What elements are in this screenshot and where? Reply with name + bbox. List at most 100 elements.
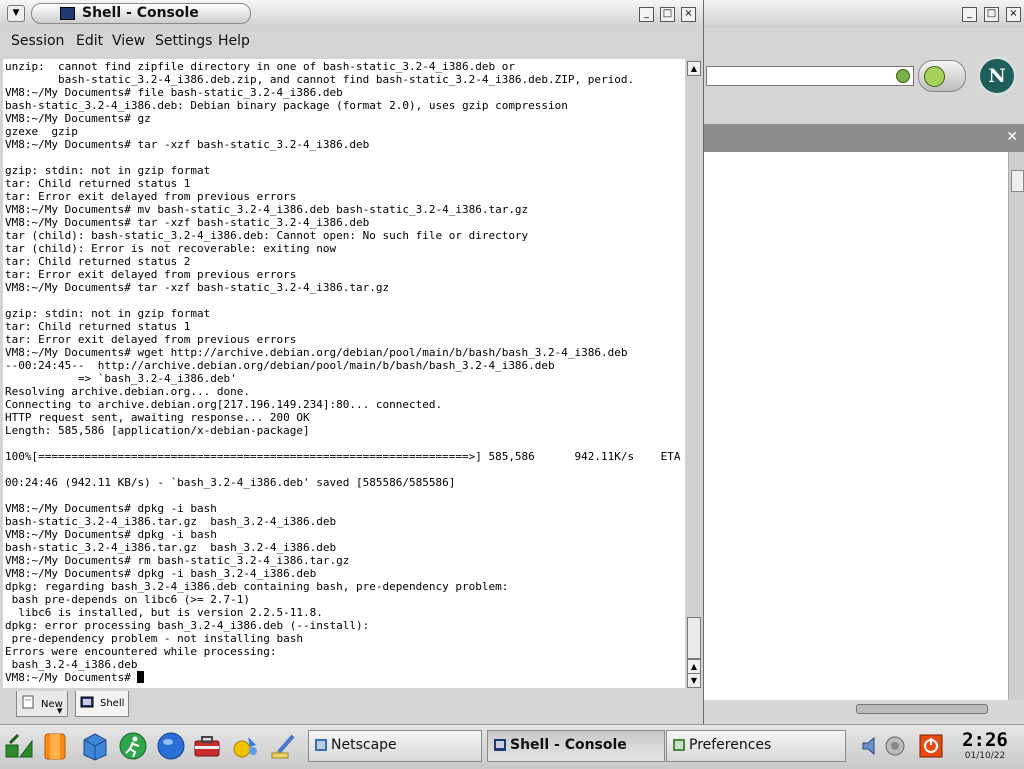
clock[interactable]: 2:26 01/10/22 bbox=[958, 729, 1012, 765]
close-icon[interactable]: ✕ bbox=[1006, 129, 1018, 145]
shell-icon bbox=[80, 696, 94, 708]
terminal-line: VM8:~/My Documents# mv bash-static_3.2-4… bbox=[5, 203, 529, 216]
terminal-line: tar: Child returned status 1 bbox=[5, 177, 191, 190]
terminal-line: HTTP request sent, awaiting response... … bbox=[5, 411, 310, 424]
scroll-thumb[interactable] bbox=[687, 617, 701, 659]
terminal-cursor bbox=[137, 671, 145, 683]
minimize-icon[interactable]: _ bbox=[639, 7, 654, 22]
tab-shell[interactable]: Shell bbox=[75, 691, 129, 717]
taskbar: Netscape Shell - Console Preferences 2:2… bbox=[0, 724, 1024, 769]
terminal-line: Errors were encountered while processing… bbox=[5, 645, 277, 658]
network-icon[interactable] bbox=[884, 735, 906, 757]
task-preferences[interactable]: Preferences bbox=[666, 730, 846, 762]
paintbrush-icon[interactable] bbox=[268, 731, 298, 761]
maximize-icon[interactable]: □ bbox=[660, 7, 675, 22]
window-menu-icon[interactable]: ▼ bbox=[7, 5, 25, 22]
terminal-line: tar (child): Error is not recoverable: e… bbox=[5, 242, 337, 255]
close-icon[interactable]: × bbox=[1006, 7, 1021, 22]
menubar: Session Edit View Settings Help bbox=[0, 28, 703, 56]
terminal-scrollbar[interactable]: ▲ ▲ ▼ bbox=[686, 59, 701, 688]
netscape-window: _ □ × N ✕ bbox=[700, 0, 1024, 724]
menu-settings[interactable]: Settings bbox=[155, 33, 212, 49]
terminal-line: VM8:~/My Documents# rm bash-static_3.2-4… bbox=[5, 554, 350, 567]
speaker-icon[interactable] bbox=[860, 735, 882, 757]
terminal-line: bash-static_3.2-4_i386.tar.gz bash_3.2-4… bbox=[5, 515, 337, 528]
console-titlebar[interactable]: ▼ Shell - Console _ □ × bbox=[0, 0, 703, 26]
tab-shell-label: Shell bbox=[100, 698, 125, 709]
terminal-line: VM8:~/My Documents# dpkg -i bash bbox=[5, 502, 217, 515]
sidebar-panel-header: ✕ bbox=[700, 124, 1024, 152]
terminal-line: VM8:~/My Documents# dpkg -i bash bbox=[5, 528, 217, 541]
runner-icon[interactable] bbox=[118, 731, 148, 761]
menu-session[interactable]: Session bbox=[11, 33, 64, 49]
vertical-scrollbar[interactable] bbox=[1008, 152, 1024, 700]
terminal-line: tar (child): bash-static_3.2-4_i386.deb:… bbox=[5, 229, 529, 242]
terminal-line: VM8:~/My Documents# tar -xzf bash-static… bbox=[5, 138, 370, 151]
toolbox-icon[interactable] bbox=[192, 731, 222, 761]
clock-time: 2:26 bbox=[962, 729, 1008, 751]
terminal-line: 00:24:46 (942.11 KB/s) - `bash_3.2-4_i38… bbox=[5, 476, 456, 489]
window-title: Shell - Console bbox=[31, 3, 251, 24]
terminal-line: bash_3.2-4_i386.deb bbox=[5, 658, 138, 671]
terminal-line: gzexe gzip bbox=[5, 125, 78, 138]
url-field[interactable] bbox=[706, 66, 914, 86]
terminal-line: bash-static_3.2-4_i386.tar.gz bash_3.2-4… bbox=[5, 541, 337, 554]
task-preferences-label: Preferences bbox=[689, 737, 772, 753]
terminal-line: VM8:~/My Documents# dpkg -i bash_3.2-4_i… bbox=[5, 567, 317, 580]
terminal-line: tar: Error exit delayed from previous er… bbox=[5, 268, 297, 281]
terminal-line: tar: Error exit delayed from previous er… bbox=[5, 333, 297, 346]
shell-icon bbox=[494, 739, 506, 751]
close-icon[interactable]: × bbox=[681, 7, 696, 22]
terminal-line: Resolving archive.debian.org... done. bbox=[5, 385, 251, 398]
window-title-text: Shell - Console bbox=[82, 5, 199, 21]
url-dropdown-icon[interactable] bbox=[896, 69, 910, 83]
package-icon[interactable] bbox=[80, 731, 110, 761]
terminal-line: tar: Child returned status 2 bbox=[5, 255, 191, 268]
scroll-thumb[interactable] bbox=[1011, 170, 1024, 192]
preferences-icon bbox=[673, 739, 685, 751]
horizontal-scrollbar[interactable] bbox=[856, 704, 988, 714]
search-button[interactable] bbox=[918, 60, 966, 92]
terminal-line: --00:24:45-- http://archive.debian.org/d… bbox=[5, 359, 555, 372]
terminal-line: dpkg: error processing bash_3.2-4_i386.d… bbox=[5, 619, 370, 632]
terminal-line: libc6 is installed, but is version 2.2.5… bbox=[5, 606, 323, 619]
terminal-line: gzip: stdin: not in gzip format bbox=[5, 164, 211, 177]
task-shell-console-label: Shell - Console bbox=[510, 737, 627, 753]
wizard-icon[interactable] bbox=[230, 731, 260, 761]
chevron-down-icon: ▼ bbox=[57, 707, 63, 715]
terminal-line: VM8:~/My Documents# wget http://archive.… bbox=[5, 346, 628, 359]
netscape-content bbox=[700, 152, 1008, 700]
console-window: ▼ Shell - Console _ □ × Session Edit Vie… bbox=[0, 0, 704, 725]
menu-edit[interactable]: Edit bbox=[76, 33, 103, 49]
rescue-icon[interactable] bbox=[40, 731, 70, 761]
shell-icon bbox=[60, 7, 75, 20]
terminal-line: tar: Child returned status 1 bbox=[5, 320, 191, 333]
netscape-icon bbox=[315, 739, 327, 751]
terminal-line: VM8:~/My Documents# gz bbox=[5, 112, 151, 125]
scroll-up-icon[interactable]: ▲ bbox=[687, 61, 701, 76]
menu-help[interactable]: Help bbox=[218, 33, 250, 49]
new-session-button[interactable]: New ▼ bbox=[16, 691, 68, 717]
terminal-line: VM8:~/My Documents# tar -xzf bash-static… bbox=[5, 216, 370, 229]
maximize-icon[interactable]: □ bbox=[984, 7, 999, 22]
terminal-line: Connecting to archive.debian.org[217.196… bbox=[5, 398, 443, 411]
power-icon[interactable] bbox=[919, 734, 943, 758]
terminal-line: VM8:~/My Documents# tar -xzf bash-static… bbox=[5, 281, 390, 294]
terminal-line: Length: 585,586 [application/x-debian-pa… bbox=[5, 424, 310, 437]
task-shell-console[interactable]: Shell - Console bbox=[487, 730, 665, 762]
terminal-output[interactable]: unzip: cannot find zipfile directory in … bbox=[3, 59, 685, 688]
clock-date: 01/10/22 bbox=[964, 751, 1006, 761]
task-netscape[interactable]: Netscape bbox=[308, 730, 482, 762]
minimize-icon[interactable]: _ bbox=[962, 7, 977, 22]
scroll-down-icon[interactable]: ▼ bbox=[687, 673, 701, 688]
task-netscape-label: Netscape bbox=[331, 737, 397, 753]
kmenu-icon[interactable] bbox=[4, 731, 34, 761]
terminal-line: bash pre-depends on libc6 (>= 2.7-1) bbox=[5, 593, 251, 606]
globe-icon[interactable] bbox=[156, 731, 186, 761]
terminal-line: dpkg: regarding bash_3.2-4_i386.deb cont… bbox=[5, 580, 509, 593]
scroll-up-icon[interactable]: ▲ bbox=[687, 659, 701, 674]
new-session-icon bbox=[22, 695, 34, 709]
menu-view[interactable]: View bbox=[112, 33, 145, 49]
session-tabbar: New ▼ Shell bbox=[0, 690, 703, 724]
terminal-line: 100%[===================================… bbox=[5, 450, 685, 463]
